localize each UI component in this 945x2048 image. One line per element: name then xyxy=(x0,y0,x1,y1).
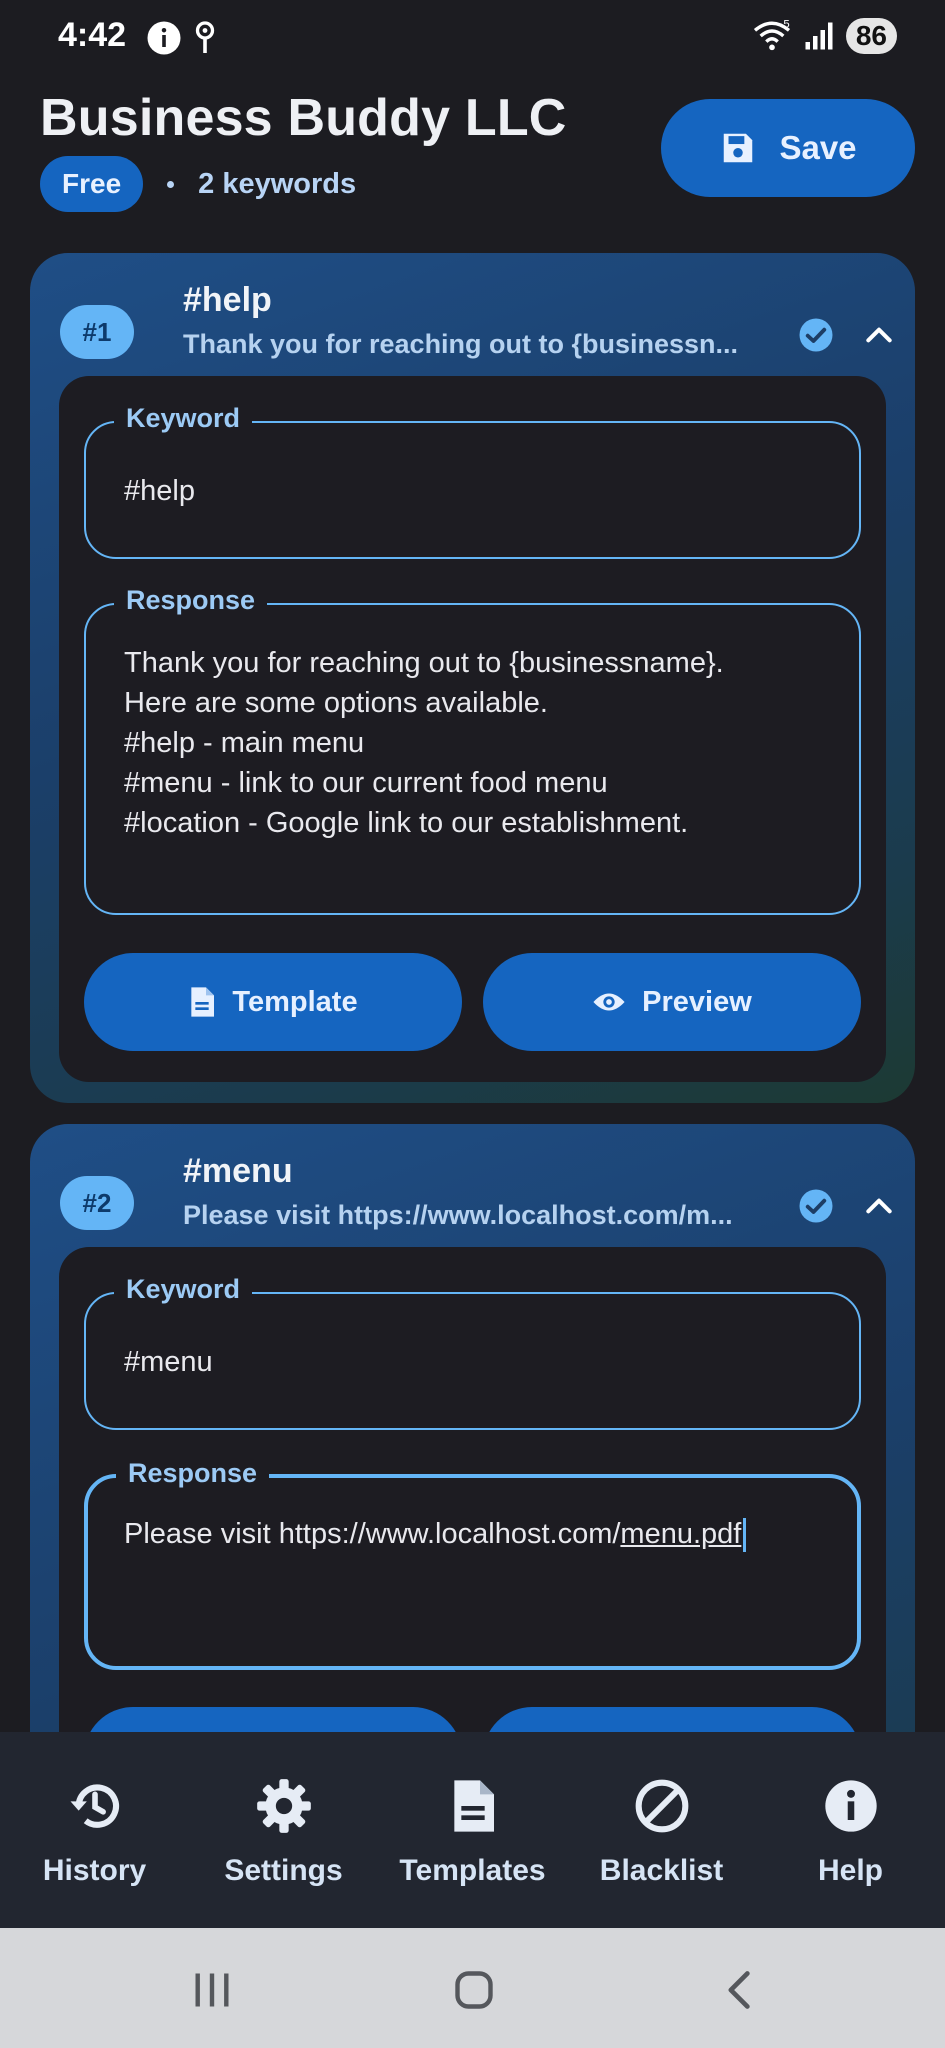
keyword-field[interactable]: Keyword #help xyxy=(84,403,861,559)
chevron-up-icon[interactable] xyxy=(863,1190,895,1222)
document-icon xyxy=(453,1780,494,1832)
status-left-icons xyxy=(146,20,218,56)
svg-text:5: 5 xyxy=(783,19,789,31)
nav-item-history[interactable]: History xyxy=(0,1732,189,1928)
response-label: Response xyxy=(116,1458,270,1489)
nav-item-blacklist[interactable]: Blacklist xyxy=(567,1732,756,1928)
bottom-navigation: History Settings Templates Blacklist Hel… xyxy=(0,1732,945,1928)
system-navigation-bar xyxy=(0,1928,945,2048)
keyword-label: Keyword xyxy=(114,1274,253,1305)
status-bar: 4:42 5 86 xyxy=(0,0,945,76)
keyword-count: 2 keywords xyxy=(198,167,357,200)
check-circle-icon xyxy=(799,318,833,352)
card-subtitle: Please visit https://www.localhost.com/m… xyxy=(183,1200,733,1230)
nav-item-settings[interactable]: Settings xyxy=(189,1732,378,1928)
card-number-badge: #2 xyxy=(60,1176,134,1230)
battery-icon: 86 xyxy=(845,18,897,54)
history-icon xyxy=(70,1784,119,1828)
nav-item-help[interactable]: Help xyxy=(756,1732,945,1928)
page-title: Business Buddy LLC xyxy=(40,89,567,147)
card-title: #menu xyxy=(183,1152,293,1190)
response-field[interactable]: Response Please visit https://www.localh… xyxy=(84,1458,861,1670)
status-right: 5 86 xyxy=(752,18,897,54)
nav-label-help: Help xyxy=(817,1854,883,1887)
card-header[interactable]: #1 #help Thank you for reaching out to {… xyxy=(60,279,892,369)
home-icon[interactable] xyxy=(452,1968,496,2012)
template-button[interactable]: Template xyxy=(84,953,462,1051)
back-icon[interactable] xyxy=(718,1968,762,2012)
nav-label-history: History xyxy=(42,1854,147,1887)
keyword-card-1: #1 #help Thank you for reaching out to {… xyxy=(30,253,915,1103)
keyword-field[interactable]: Keyword #menu xyxy=(84,1274,861,1430)
check-circle-icon xyxy=(799,1189,833,1223)
text-cursor xyxy=(743,1518,747,1553)
card-body: Keyword #help Response Thank you for rea… xyxy=(59,376,886,1082)
preview-button[interactable]: Preview xyxy=(483,953,861,1051)
nav-label-blacklist: Blacklist xyxy=(599,1854,724,1887)
response-value: Please visit https://www.localhost.com/m… xyxy=(124,1514,747,1554)
wifi-icon: 5 xyxy=(753,19,790,51)
keyword-value: #help xyxy=(124,475,195,507)
gear-icon xyxy=(256,1779,311,1833)
recent-apps-icon[interactable] xyxy=(190,1968,234,2012)
card-subtitle: Thank you for reaching out to {businessn… xyxy=(183,329,739,359)
response-field[interactable]: Response Thank you for reaching out to {… xyxy=(84,585,861,915)
floppy-disk-icon xyxy=(724,133,753,163)
info-icon xyxy=(147,21,181,55)
plan-row: Free 2 keywords xyxy=(40,156,356,212)
separator-dot xyxy=(167,180,175,188)
save-label: Save xyxy=(779,129,857,166)
keyword-value: #menu xyxy=(124,1346,213,1378)
keyword-label: Keyword xyxy=(114,403,253,434)
card-title: #help xyxy=(183,281,272,319)
screen: 4:42 5 86 Business Buddy LLC Free 2 keyw… xyxy=(0,0,945,2048)
response-label: Response xyxy=(114,585,268,616)
response-text: Please visit https://www.localhost.com/ xyxy=(124,1518,621,1550)
plan-badge: Free xyxy=(40,156,144,212)
eye-icon xyxy=(593,993,625,1011)
status-time: 4:42 xyxy=(58,16,127,54)
response-value: Thank you for reaching out to {businessn… xyxy=(124,647,724,839)
block-icon xyxy=(635,1779,688,1833)
nav-label-templates: Templates xyxy=(399,1854,546,1887)
response-link-text: menu.pdf xyxy=(620,1518,742,1550)
template-label: Template xyxy=(232,985,358,1018)
info-icon xyxy=(824,1780,877,1832)
card-header[interactable]: #2 #menu Please visit https://www.localh… xyxy=(60,1150,892,1240)
chevron-up-icon[interactable] xyxy=(863,319,895,351)
nav-label-settings: Settings xyxy=(224,1854,343,1887)
signal-icon xyxy=(805,22,833,50)
save-button[interactable]: Save xyxy=(661,99,915,197)
document-icon xyxy=(191,987,215,1017)
preview-label: Preview xyxy=(642,985,752,1018)
card-number-badge: #1 xyxy=(60,305,134,359)
location-pin-icon xyxy=(195,21,215,53)
nav-item-templates[interactable]: Templates xyxy=(378,1732,567,1928)
